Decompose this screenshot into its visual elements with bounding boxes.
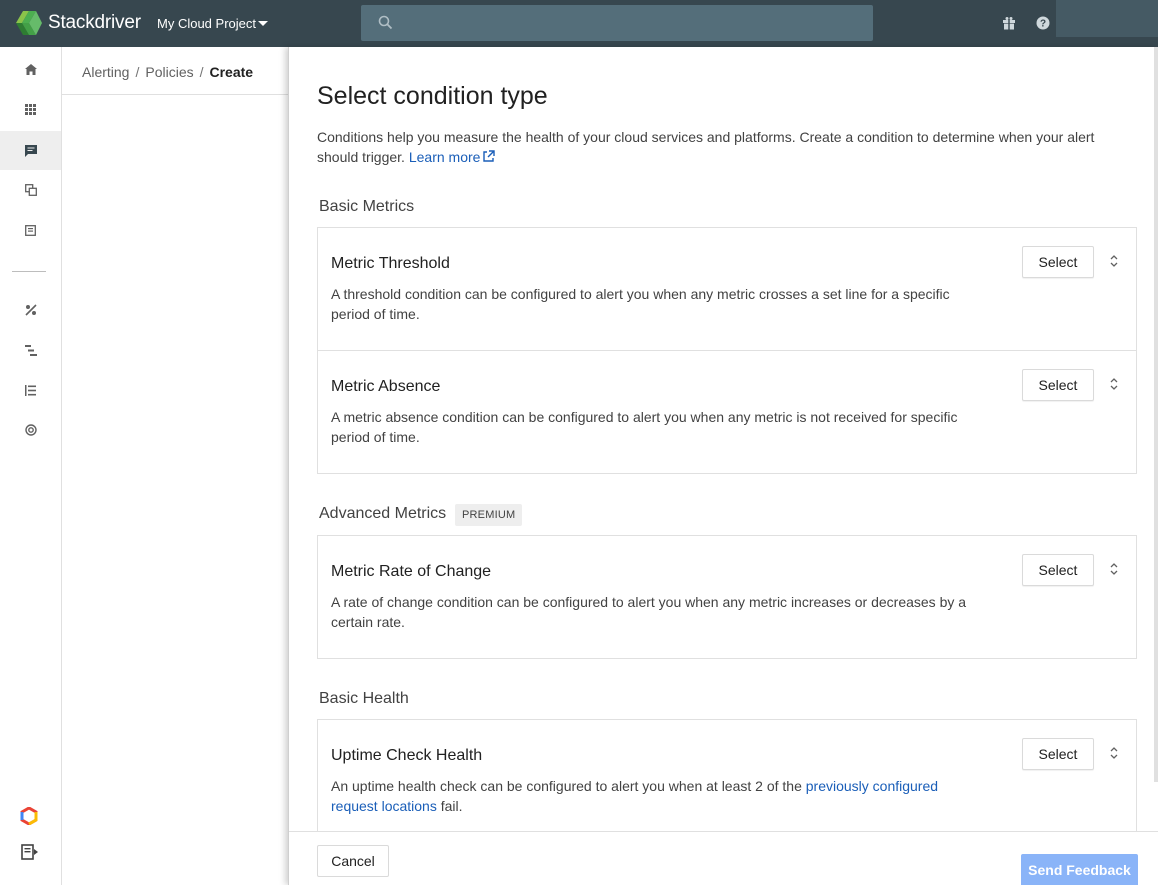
alerting-icon xyxy=(24,144,37,157)
select-button[interactable]: Select xyxy=(1022,246,1094,278)
project-selector[interactable]: My Cloud Project xyxy=(157,16,256,31)
cancel-button[interactable]: Cancel xyxy=(317,845,389,877)
send-feedback-button[interactable]: Send Feedback xyxy=(1021,854,1138,885)
help-icon[interactable]: ? xyxy=(1036,16,1050,30)
select-button[interactable]: Select xyxy=(1022,369,1094,401)
card-description: An uptime health check can be configured… xyxy=(331,776,981,816)
breadcrumb-separator: / xyxy=(199,64,204,80)
divider xyxy=(62,94,288,95)
debug-icon xyxy=(24,304,37,316)
account-area[interactable] xyxy=(1056,0,1158,37)
dashboards-icon xyxy=(25,103,36,115)
card-uptime-check-health: Uptime Check Health An uptime health che… xyxy=(318,720,1136,843)
breadcrumb-separator: / xyxy=(135,64,140,80)
card-group-basic-metrics: Metric Threshold A threshold condition c… xyxy=(317,227,1137,474)
trace-icon xyxy=(24,344,37,356)
card-metric-absence: Metric Absence A metric absence conditio… xyxy=(318,351,1136,474)
learn-more-label[interactable]: Learn more xyxy=(409,149,481,165)
premium-badge: PREMIUM xyxy=(455,504,523,526)
nav-item-debug[interactable] xyxy=(0,290,61,330)
description-suffix: fail. xyxy=(436,798,463,814)
docs-icon[interactable] xyxy=(21,844,39,860)
dialog-title: Select condition type xyxy=(317,82,548,110)
card-group-advanced-metrics: Metric Rate of Change A rate of change c… xyxy=(317,535,1137,659)
left-nav xyxy=(0,47,62,885)
select-button[interactable]: Select xyxy=(1022,738,1094,770)
svg-text:?: ? xyxy=(1040,19,1046,30)
section-title-basic-health: Basic Health xyxy=(319,690,409,707)
nav-item-home[interactable] xyxy=(0,49,61,89)
nav-item-logging[interactable] xyxy=(0,370,61,410)
stackdriver-logo-icon[interactable] xyxy=(16,11,42,35)
card-title: Uptime Check Health xyxy=(331,747,483,764)
groups-icon xyxy=(25,224,36,236)
nav-item-alerting[interactable] xyxy=(0,131,61,170)
nav-item-profiler[interactable] xyxy=(0,410,61,450)
card-group-basic-health: Uptime Check Health An uptime health che… xyxy=(317,719,1137,849)
expand-icon[interactable] xyxy=(1110,253,1118,269)
card-metric-rate-of-change: Metric Rate of Change A rate of change c… xyxy=(318,536,1136,659)
caret-down-icon[interactable] xyxy=(258,21,268,26)
profiler-icon xyxy=(24,424,37,436)
logging-icon xyxy=(25,384,36,396)
dialog-description: Conditions help you measure the health o… xyxy=(317,127,1117,167)
expand-icon[interactable] xyxy=(1110,561,1118,577)
nav-item-trace[interactable] xyxy=(0,330,61,370)
uptime-checks-icon xyxy=(24,184,37,196)
external-link-icon[interactable] xyxy=(482,150,496,163)
card-title: Metric Absence xyxy=(331,378,441,395)
section-title-basic-metrics: Basic Metrics xyxy=(319,198,415,215)
nav-item-uptime[interactable] xyxy=(0,170,61,210)
top-bar: Stackdriver My Cloud Project ? xyxy=(0,0,1158,47)
learn-more-link[interactable]: Learn more xyxy=(409,149,496,165)
breadcrumb-alerting[interactable]: Alerting xyxy=(82,64,129,80)
side-panel: Alerting / Policies / Create xyxy=(62,47,288,885)
search-input[interactable] xyxy=(361,5,873,41)
card-description: A rate of change condition can be config… xyxy=(331,594,967,630)
section-title-advanced-metrics: Advanced Metrics xyxy=(319,505,447,522)
google-cloud-icon[interactable] xyxy=(19,807,39,825)
scrollbar[interactable] xyxy=(1154,47,1158,782)
nav-item-groups[interactable] xyxy=(0,210,61,250)
search-icon[interactable] xyxy=(378,15,393,30)
nav-item-dashboards[interactable] xyxy=(0,89,61,129)
gift-icon[interactable] xyxy=(1002,16,1016,30)
breadcrumb: Alerting / Policies / Create xyxy=(82,64,253,80)
select-condition-dialog: Select condition type Conditions help yo… xyxy=(288,47,1158,885)
card-description: A threshold condition can be configured … xyxy=(331,286,950,322)
card-metric-threshold: Metric Threshold A threshold condition c… xyxy=(318,228,1136,351)
nav-divider xyxy=(12,271,46,272)
expand-icon[interactable] xyxy=(1110,745,1118,761)
expand-icon[interactable] xyxy=(1110,376,1118,392)
select-button[interactable]: Select xyxy=(1022,554,1094,586)
card-title: Metric Rate of Change xyxy=(331,563,492,580)
breadcrumb-current: Create xyxy=(209,64,254,80)
breadcrumb-policies[interactable]: Policies xyxy=(145,64,193,80)
card-title: Metric Threshold xyxy=(331,255,450,272)
brand-name[interactable]: Stackdriver xyxy=(48,12,141,34)
home-icon xyxy=(24,63,37,75)
card-description: A metric absence condition can be config… xyxy=(331,409,958,445)
description-prefix: An uptime health check can be configured… xyxy=(331,778,806,794)
